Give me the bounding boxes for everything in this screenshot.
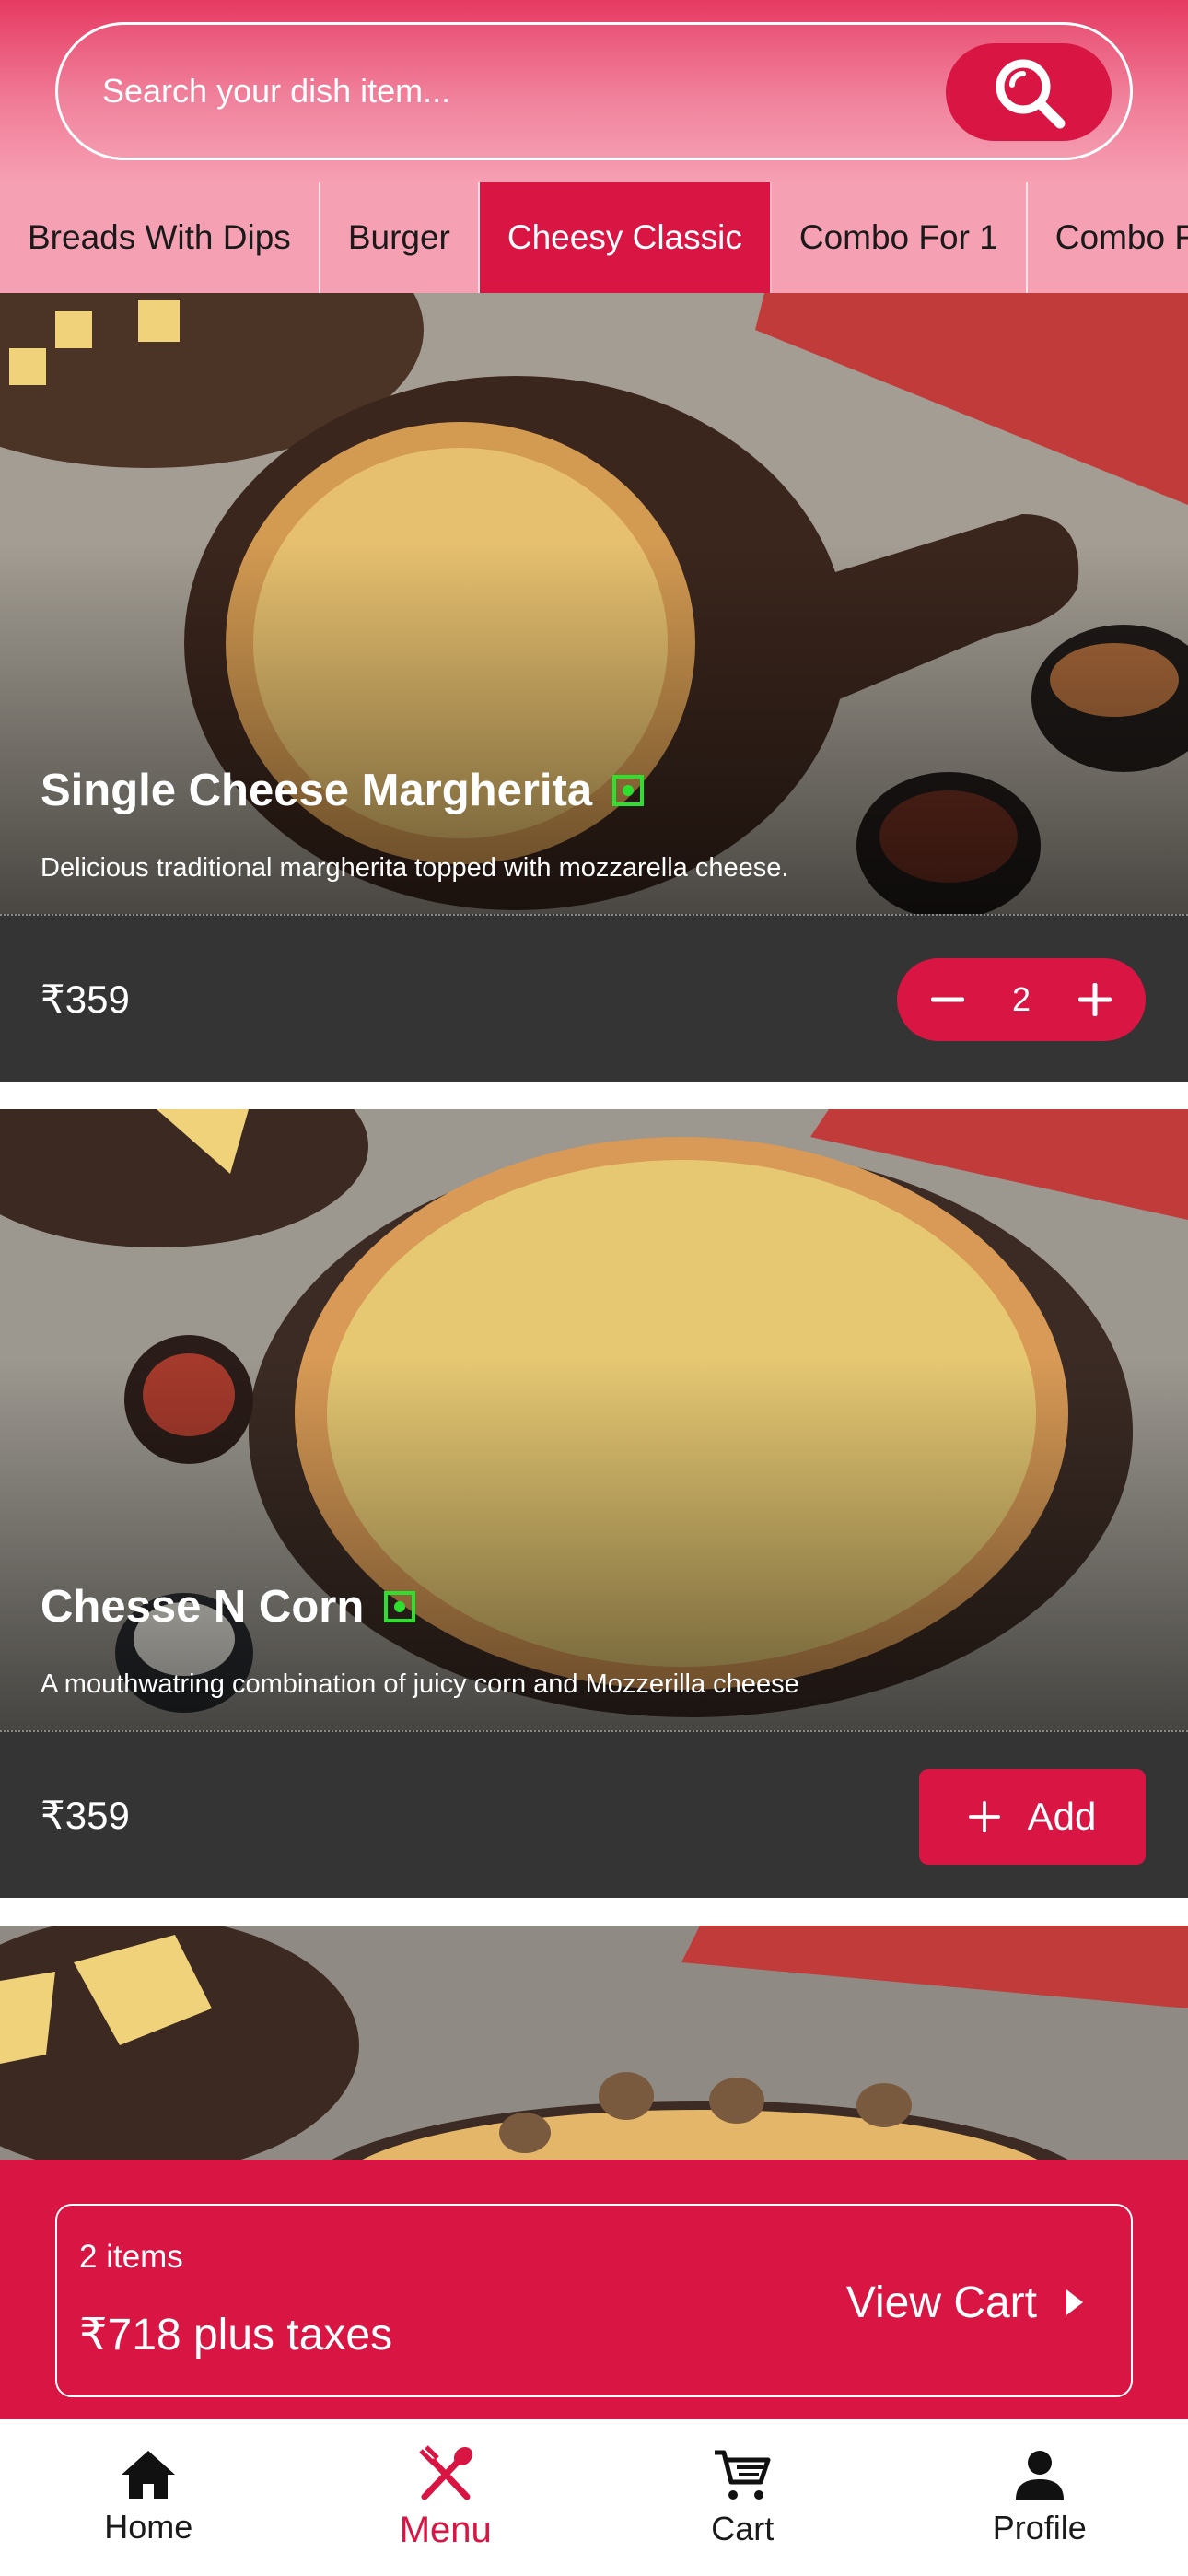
product-price: ₹359 [41,1793,130,1837]
decrease-button[interactable] [925,977,971,1023]
quantity-stepper: 2 [897,958,1146,1041]
view-cart-button[interactable]: View Cart [846,2261,1089,2344]
product-image [0,1926,1188,2160]
plus-icon [968,1801,1000,1832]
nav-profile-label: Profile [992,2509,1087,2547]
tab-breads-with-dips[interactable]: Breads With Dips [0,182,320,293]
product-title-row: Chesse N Corn [41,1581,416,1633]
nav-profile[interactable]: Profile [891,2419,1188,2576]
nav-cart-label: Cart [711,2510,775,2547]
product-title: Chesse N Corn [41,1582,365,1632]
search-input[interactable] [102,25,931,158]
cart-item-count: 2 items [79,2239,183,2275]
bottom-nav: Home Menu Cart Profile [0,2419,1188,2576]
tab-combo[interactable]: Combo F [1028,182,1188,293]
product-price-bar: ₹359 2 [0,914,1188,1082]
cart-summary[interactable]: 2 items ₹718 plus taxes View Cart [55,2204,1133,2397]
tab-cheesy-classic[interactable]: Cheesy Classic [479,182,772,293]
category-tabs: Breads With Dips Burger Cheesy Classic C… [0,182,1188,293]
app-screen: Breads With Dips Burger Cheesy Classic C… [0,0,1188,2576]
product-description: Delicious traditional margherita topped … [41,853,789,883]
header [0,0,1188,182]
product-card: Single Cheese Margherita Delicious tradi… [0,293,1188,1082]
add-label: Add [1027,1795,1097,1838]
fork-knife-icon [418,2444,472,2500]
search-icon [996,59,1066,129]
tab-burger[interactable]: Burger [320,182,480,293]
cart-total: ₹718 plus taxes [79,2311,393,2359]
veg-icon [384,1591,416,1622]
cart-summary-bar: 2 items ₹718 plus taxes View Cart [0,2160,1188,2419]
product-title: Single Cheese Margherita [41,766,593,815]
product-image [0,1109,1188,1730]
nav-menu-label: Menu [399,2509,492,2550]
product-card [0,1926,1188,2160]
minus-icon [931,997,964,1002]
home-icon [122,2451,176,2499]
search-box[interactable] [55,22,1133,160]
product-title-row: Single Cheese Margherita [41,765,645,816]
nav-cart[interactable]: Cart [594,2419,891,2576]
veg-icon [612,775,645,806]
increase-button[interactable] [1072,977,1118,1023]
quantity-value: 2 [1011,980,1031,1018]
product-image [0,293,1188,914]
nav-home[interactable]: Home [0,2419,297,2576]
search-button[interactable] [946,43,1112,141]
product-price: ₹359 [41,977,130,1021]
nav-menu[interactable]: Menu [297,2419,595,2576]
plus-icon [1078,983,1112,1016]
cart-icon [715,2450,771,2500]
nav-home-label: Home [104,2508,193,2546]
person-icon [1015,2451,1064,2500]
product-price-bar: ₹359 Add [0,1730,1188,1898]
view-cart-label: View Cart [845,2277,1037,2327]
chevron-right-icon [1066,2289,1083,2315]
product-description: A mouthwatring combination of juicy corn… [41,1669,799,1699]
add-button[interactable]: Add [919,1769,1146,1865]
product-card: Chesse N Corn A mouthwatring combination… [0,1109,1188,1898]
tab-combo-for-1[interactable]: Combo For 1 [772,182,1028,293]
